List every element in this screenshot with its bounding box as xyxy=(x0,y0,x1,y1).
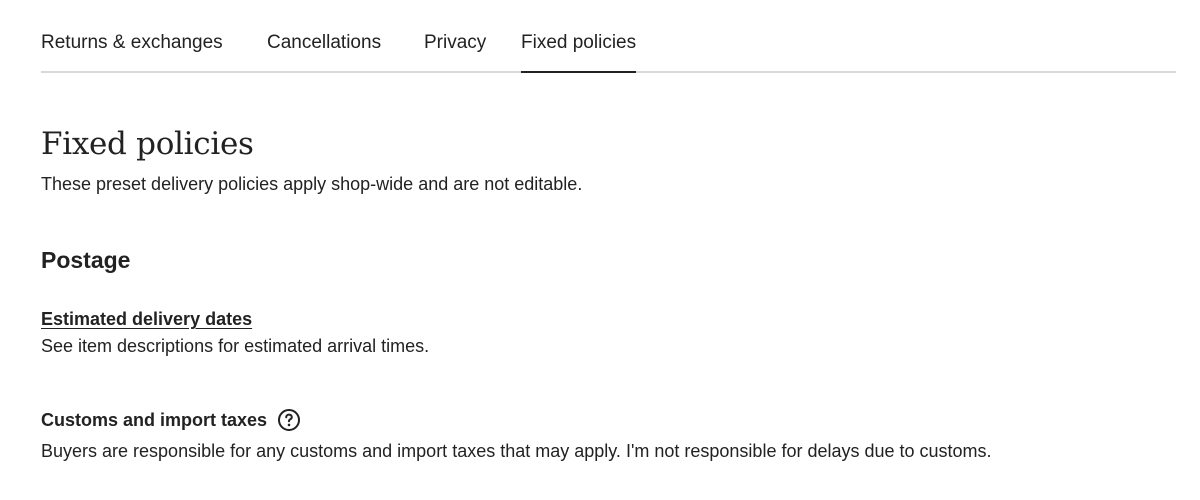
estimated-delivery-description: See item descriptions for estimated arri… xyxy=(41,336,430,356)
page-title: Fixed policies xyxy=(41,126,254,162)
policy-tabs: Returns & exchanges Cancellations Privac… xyxy=(41,0,1176,73)
postage-heading: Postage xyxy=(41,247,131,273)
tab-privacy[interactable]: Privacy xyxy=(424,31,486,71)
customs-title: Customs and import taxes xyxy=(41,410,268,430)
page-subtitle: These preset delivery policies apply sho… xyxy=(41,174,583,194)
tab-fixed-policies[interactable]: Fixed policies xyxy=(521,31,637,73)
customs-title-row: Customs and import taxes xyxy=(41,408,301,432)
tab-cancellations[interactable]: Cancellations xyxy=(267,31,381,71)
tab-returns-exchanges[interactable]: Returns & exchanges xyxy=(41,31,223,71)
customs-description: Buyers are responsible for any customs a… xyxy=(41,441,992,461)
estimated-delivery-dates-link[interactable]: Estimated delivery dates xyxy=(41,307,252,331)
question-circle-icon[interactable] xyxy=(277,408,301,432)
